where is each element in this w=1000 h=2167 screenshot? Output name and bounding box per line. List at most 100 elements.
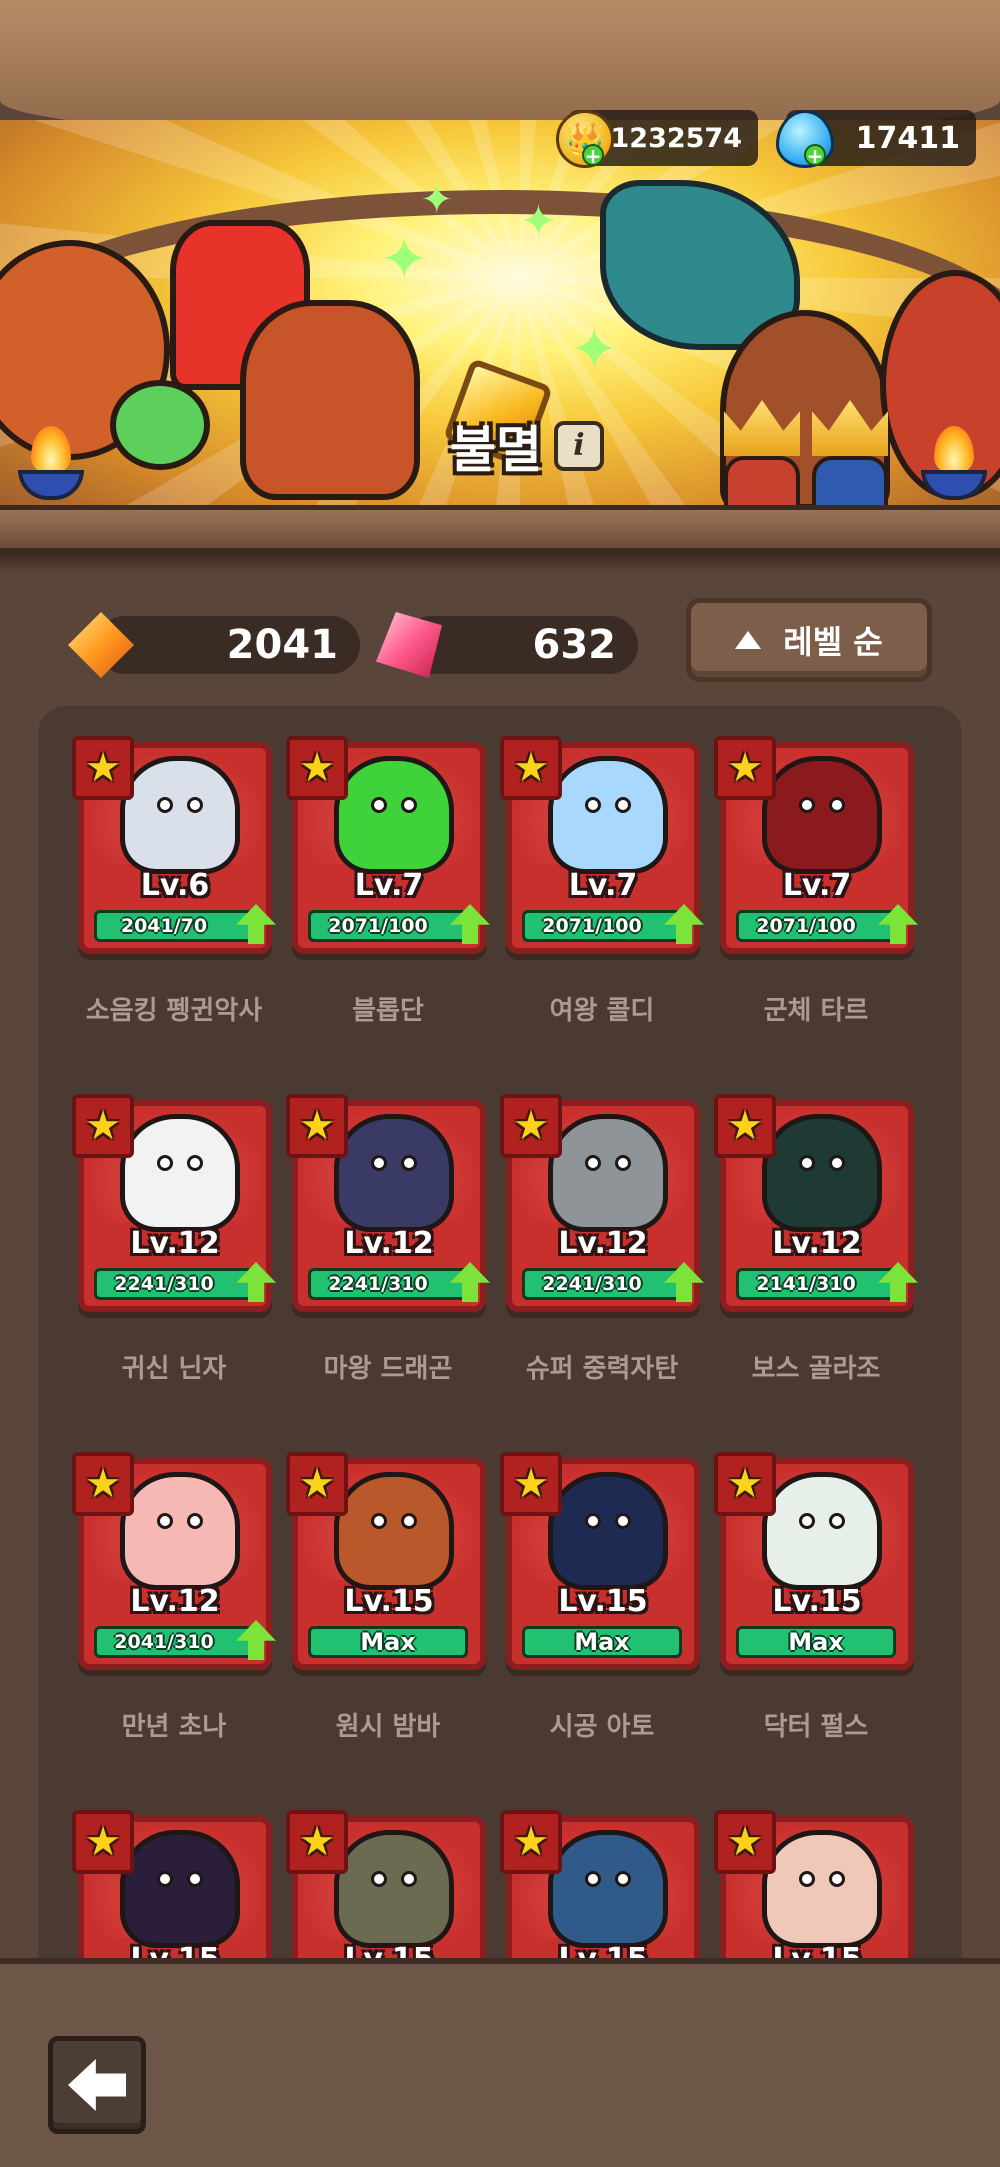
hero-card[interactable]: ★ Lv.6 2041/70 — [72, 736, 276, 954]
star-icon: ★ — [85, 1461, 121, 1507]
hero-name: 귀신 닌자 — [121, 1354, 227, 1384]
hero-card[interactable]: ★Lv.15 — [286, 1810, 486, 1976]
bottom-bar — [0, 1958, 1000, 2167]
orange-gem-amount: 2041 — [226, 622, 338, 668]
hero-name: 소음킹 펭귄악사 — [85, 996, 263, 1026]
star-icon: ★ — [513, 1461, 549, 1507]
hero-portrait — [334, 1114, 454, 1232]
hero-card[interactable]: ★ Lv.12 2141/310 — [714, 1094, 918, 1312]
hero-level: Lv.6 — [140, 868, 210, 903]
hero-progress-bar: 2241/310 — [94, 1268, 254, 1300]
hero-portrait — [120, 1830, 240, 1948]
sparkle-icon: ✦ — [520, 196, 557, 247]
hero-progress-bar: 2071/100 — [308, 910, 468, 942]
hero-portrait — [762, 756, 882, 874]
hero-card[interactable]: ★ Lv.15 Max — [500, 1452, 700, 1670]
hero-level: Lv.15 — [772, 1584, 862, 1619]
star-badge: ★ — [286, 1452, 348, 1516]
add-gold-icon[interactable]: + — [582, 144, 604, 166]
hero-card[interactable]: ★ Lv.12 2241/310 — [286, 1094, 490, 1312]
hero-max-bar: Max — [522, 1626, 682, 1658]
hero-card[interactable]: ★ Lv.7 2071/100 — [500, 736, 704, 954]
star-icon: ★ — [299, 1103, 335, 1149]
hero-card[interactable]: ★ Lv.15 Max — [714, 1452, 914, 1670]
torch-left — [18, 420, 84, 500]
pink-gem-amount: 632 — [532, 622, 617, 668]
hero-name: 슈퍼 중력자탄 — [525, 1354, 679, 1384]
orange-gem-counter: 2041 — [96, 616, 360, 674]
hero-portrait — [762, 1114, 882, 1232]
hero-level: Lv.12 — [558, 1226, 648, 1261]
star-badge: ★ — [72, 1452, 134, 1516]
star-badge: ★ — [500, 736, 562, 800]
hero-card[interactable]: ★Lv.15 — [72, 1810, 272, 1976]
hero-level: Lv.12 — [772, 1226, 862, 1261]
hero-name: 만년 초나 — [121, 1712, 227, 1742]
banner-warrior — [240, 300, 420, 500]
star-badge: ★ — [714, 736, 776, 800]
sort-button[interactable]: 레벨 순 — [686, 598, 932, 682]
hero-portrait — [334, 1830, 454, 1948]
hero-portrait — [548, 1472, 668, 1590]
star-icon: ★ — [513, 745, 549, 791]
star-badge: ★ — [72, 736, 134, 800]
hero-portrait — [548, 1114, 668, 1232]
sparkle-icon: ✦ — [570, 315, 619, 383]
hero-progress-bar: 2041/310 — [94, 1626, 254, 1658]
star-icon: ★ — [299, 1819, 335, 1865]
star-icon: ★ — [85, 1819, 121, 1865]
star-icon: ★ — [727, 1461, 763, 1507]
flame-icon — [934, 426, 974, 474]
hero-progress-bar: 2141/310 — [736, 1268, 896, 1300]
flame-icon — [31, 426, 71, 474]
hero-card[interactable]: ★Lv.15 — [714, 1810, 914, 1976]
hero-portrait — [334, 1472, 454, 1590]
hero-level: Lv.15 — [344, 1584, 434, 1619]
star-icon: ★ — [85, 1103, 121, 1149]
hero-progress-bar: 2071/100 — [736, 910, 896, 942]
star-badge: ★ — [500, 1810, 562, 1874]
back-button[interactable] — [48, 2036, 146, 2134]
hero-card[interactable]: ★ Lv.15 Max — [286, 1452, 486, 1670]
add-diamond-icon[interactable]: + — [804, 144, 826, 166]
hero-portrait — [762, 1830, 882, 1948]
star-icon: ★ — [727, 745, 763, 791]
hero-level: Lv.12 — [344, 1226, 434, 1261]
star-badge: ★ — [72, 1810, 134, 1874]
hero-card[interactable]: ★ Lv.12 2241/310 — [72, 1094, 276, 1312]
hero-portrait — [762, 1472, 882, 1590]
star-icon: ★ — [299, 745, 335, 791]
hero-grid-panel[interactable]: ★ Lv.6 2041/70 소음킹 펭귄악사 ★ Lv.7 2071/100 블롭단 ★ Lv.… — [38, 706, 962, 1976]
info-button[interactable]: i — [554, 421, 604, 471]
torch-right — [921, 420, 987, 500]
hero-name: 원시 밤바 — [335, 1712, 441, 1742]
hero-card[interactable]: ★Lv.15 — [500, 1810, 700, 1976]
star-badge: ★ — [72, 1094, 134, 1158]
hero-portrait — [120, 1472, 240, 1590]
star-icon: ★ — [727, 1103, 763, 1149]
star-badge: ★ — [286, 1094, 348, 1158]
hero-name: 시공 아토 — [549, 1712, 655, 1742]
hero-card[interactable]: ★ Lv.7 2071/100 — [286, 736, 490, 954]
hero-max-bar: Max — [736, 1626, 896, 1658]
star-icon: ★ — [513, 1103, 549, 1149]
hero-portrait — [548, 1830, 668, 1948]
hero-name: 보스 골라조 — [751, 1354, 881, 1384]
star-icon: ★ — [299, 1461, 335, 1507]
hero-portrait — [334, 756, 454, 874]
diamond-amount: 17411 — [855, 120, 960, 156]
hero-card[interactable]: ★ Lv.12 2241/310 — [500, 1094, 704, 1312]
hero-portrait — [548, 756, 668, 874]
star-badge: ★ — [500, 1452, 562, 1516]
hero-progress-bar: 2041/70 — [94, 910, 254, 942]
hero-name: 블롭단 — [352, 996, 424, 1026]
hero-name: 군체 타르 — [763, 996, 869, 1026]
hero-level: Lv.7 — [782, 868, 852, 903]
hero-name: 여왕 콜디 — [549, 996, 655, 1026]
star-icon: ★ — [85, 745, 121, 791]
star-badge: ★ — [500, 1094, 562, 1158]
star-icon: ★ — [727, 1819, 763, 1865]
banner-green-slime — [110, 380, 210, 470]
hero-card[interactable]: ★ Lv.7 2071/100 — [714, 736, 918, 954]
hero-card[interactable]: ★ Lv.12 2041/310 — [72, 1452, 276, 1670]
